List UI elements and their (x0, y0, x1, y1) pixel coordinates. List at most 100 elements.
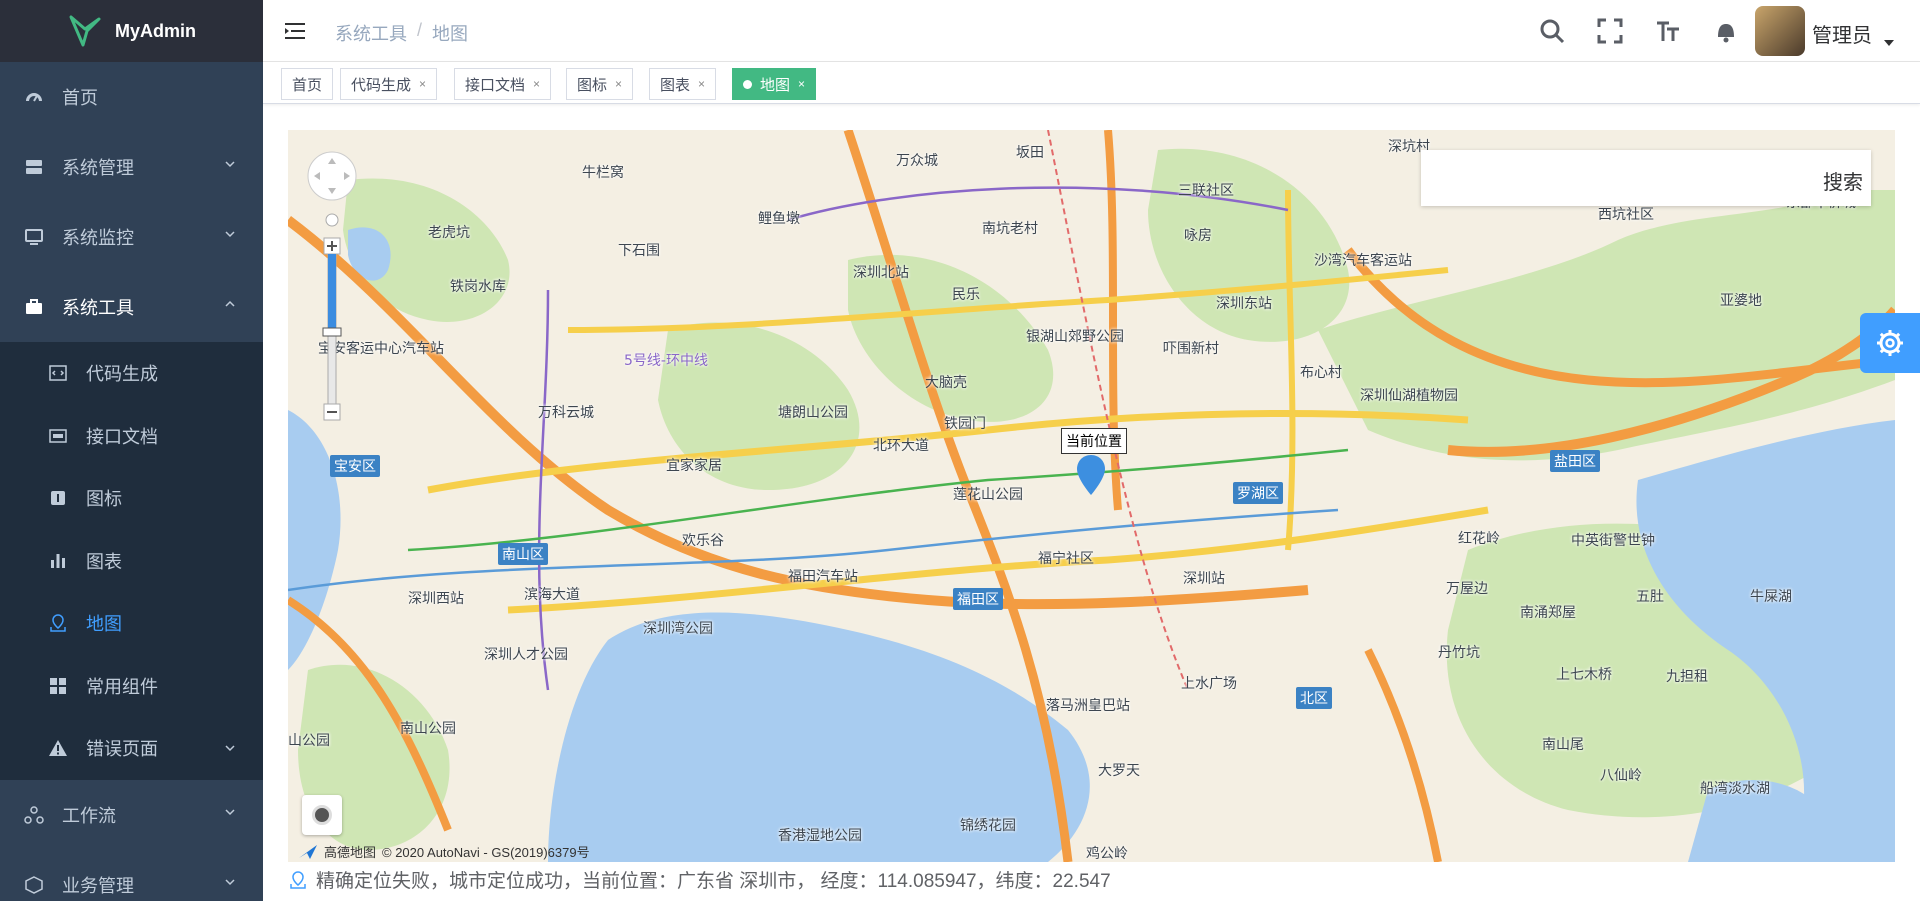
sidebar-item-label: 图标 (86, 489, 122, 510)
username[interactable]: 管理员 (1812, 19, 1872, 48)
map-container[interactable]: 万众城 牛栏窝 鲤鱼墩 深圳北站 南坑老村 民乐 老虎坑 下石围 铁岗水库 宝安… (288, 130, 1895, 862)
map-icon (48, 613, 68, 633)
settings-button[interactable] (1860, 313, 1920, 373)
sidebar-item-code-gen[interactable]: 代码生成 (0, 342, 263, 405)
chevron-down-icon (225, 745, 235, 752)
caret-down-icon[interactable] (1884, 40, 1894, 48)
sidebar-item-system-manage[interactable]: 系统管理 (0, 132, 263, 202)
map-search-button[interactable]: 搜索 (1823, 166, 1863, 195)
sidebar-item-workflow[interactable]: 工作流 (0, 780, 263, 850)
sidebar: MyAdmin 首页 系统管理 系统监控 系统工具 代码生成 接口文档 图标 图… (0, 0, 263, 901)
server-icon (24, 157, 44, 177)
header-actions (1538, 17, 1740, 45)
map-place-label: 中英街警世钟 (1571, 533, 1655, 549)
map-metro-label: 5号线-环中线 (624, 353, 708, 369)
icon-icon (48, 488, 68, 508)
dashboard-icon (24, 87, 44, 107)
close-icon[interactable]: × (419, 77, 426, 91)
close-icon[interactable]: × (533, 77, 540, 91)
map-place-label: 万屋边 (1446, 581, 1488, 597)
map-place-label: 万众城 (896, 153, 938, 169)
sidebar-item-components[interactable]: 常用组件 (0, 655, 263, 718)
logo[interactable]: MyAdmin (0, 0, 263, 62)
sidebar-item-label: 错误页面 (86, 739, 158, 760)
breadcrumb-item[interactable]: 系统工具 (335, 20, 407, 46)
chevron-down-icon (225, 878, 235, 885)
bar-chart-icon (48, 551, 68, 571)
sidebar-item-map[interactable]: 地图 (0, 592, 263, 655)
tag-label: 地图 (760, 76, 791, 94)
sidebar-item-api-docs[interactable]: 接口文档 (0, 405, 263, 468)
sidebar-item-system-monitor[interactable]: 系统监控 (0, 202, 263, 272)
tag-code-gen[interactable]: 代码生成 × (340, 68, 438, 100)
map-place-label: 船湾淡水湖 (1700, 781, 1770, 797)
district-label: 北区 (1296, 687, 1332, 709)
map-place-label: 八仙岭 (1600, 768, 1642, 784)
logo-icon (69, 15, 101, 47)
sidebar-item-error-pages[interactable]: 错误页面 (0, 717, 263, 780)
chevron-down-icon (225, 808, 235, 815)
sidebar-item-home[interactable]: 首页 (0, 62, 263, 132)
map-place-label: 大脑壳 (925, 375, 967, 391)
close-icon[interactable]: × (698, 77, 705, 91)
breadcrumb-separator: / (417, 20, 423, 40)
map-place-label: 香港湿地公园 (778, 828, 862, 844)
map-place-label: 坂田 (1016, 145, 1044, 161)
map-place-label: 下石围 (618, 243, 660, 259)
sidebar-item-label: 业务管理 (62, 875, 134, 896)
tag-charts[interactable]: 图表 × (649, 68, 717, 100)
breadcrumb: 系统工具 / 地图 (335, 20, 468, 46)
map-place-label: 上水广场 (1181, 676, 1237, 692)
map-place-label: 深圳湾公园 (643, 621, 713, 637)
locate-icon (312, 805, 332, 825)
tags-view: 首页 代码生成 × 接口文档 × 图标 × 图表 × 地图 × (263, 62, 1920, 104)
location-pin-icon[interactable] (1077, 455, 1105, 495)
map-copyright-text: © 2020 AutoNavi - GS(2019)6379号 (382, 845, 590, 860)
sidebar-item-label: 图表 (86, 551, 122, 572)
code-icon (48, 363, 68, 383)
tag-api-docs[interactable]: 接口文档 × (454, 68, 552, 100)
locate-button[interactable] (302, 795, 342, 835)
map-search-box[interactable]: 搜索 (1421, 150, 1871, 206)
search-icon[interactable] (1538, 17, 1566, 45)
map-place-label: 红花岭 (1458, 531, 1500, 547)
sidebar-item-business[interactable]: 业务管理 (0, 850, 263, 901)
bell-icon[interactable] (1712, 17, 1740, 45)
map-place-label: 福宁社区 (1038, 551, 1094, 567)
tag-label: 图表 (660, 76, 691, 94)
tag-icons[interactable]: 图标 × (566, 68, 634, 100)
map-place-label: 咏房 (1184, 228, 1212, 244)
map-zoom-control[interactable] (306, 150, 358, 470)
font-size-icon[interactable] (1654, 17, 1682, 45)
fullscreen-icon[interactable] (1596, 17, 1624, 45)
toolbox-icon (24, 297, 44, 317)
close-icon[interactable]: × (798, 77, 805, 91)
close-icon[interactable]: × (615, 77, 622, 91)
map-place-label: 深圳北站 (853, 265, 909, 281)
tag-home[interactable]: 首页 (281, 68, 334, 100)
map-place-label: 福田汽车站 (788, 569, 858, 585)
district-label: 福田区 (953, 588, 1003, 610)
map-place-label: 丹竹坑 (1438, 645, 1480, 661)
sidebar-item-system-tools[interactable]: 系统工具 (0, 272, 263, 342)
map-place-label: 九担租 (1666, 669, 1708, 685)
hamburger-icon[interactable] (283, 19, 307, 43)
avatar[interactable] (1755, 6, 1805, 56)
sidebar-item-icons[interactable]: 图标 (0, 467, 263, 530)
map-place-label: 布心村 (1300, 365, 1342, 381)
map-copyright: 高德地图 © 2020 AutoNavi - GS(2019)6379号 (298, 842, 590, 861)
map-place-label: 宜家家居 (666, 458, 722, 474)
map-place-label: 南坑老村 (982, 221, 1038, 237)
sidebar-item-label: 系统监控 (62, 228, 134, 248)
breadcrumb-current: 地图 (432, 24, 469, 44)
navbar: 系统工具 / 地图 管理员 (263, 0, 1920, 62)
map-place-label: 南山尾 (1542, 737, 1584, 753)
sidebar-item-label: 系统工具 (62, 298, 134, 318)
sidebar-item-charts[interactable]: 图表 (0, 530, 263, 593)
map-place-label: 西坑社区 (1598, 207, 1654, 223)
map-place-label: 亚婆地 (1720, 293, 1762, 309)
map-canvas (288, 130, 1895, 862)
monitor-icon (24, 227, 44, 247)
tag-map[interactable]: 地图 × (732, 68, 817, 100)
api-icon (48, 426, 68, 446)
